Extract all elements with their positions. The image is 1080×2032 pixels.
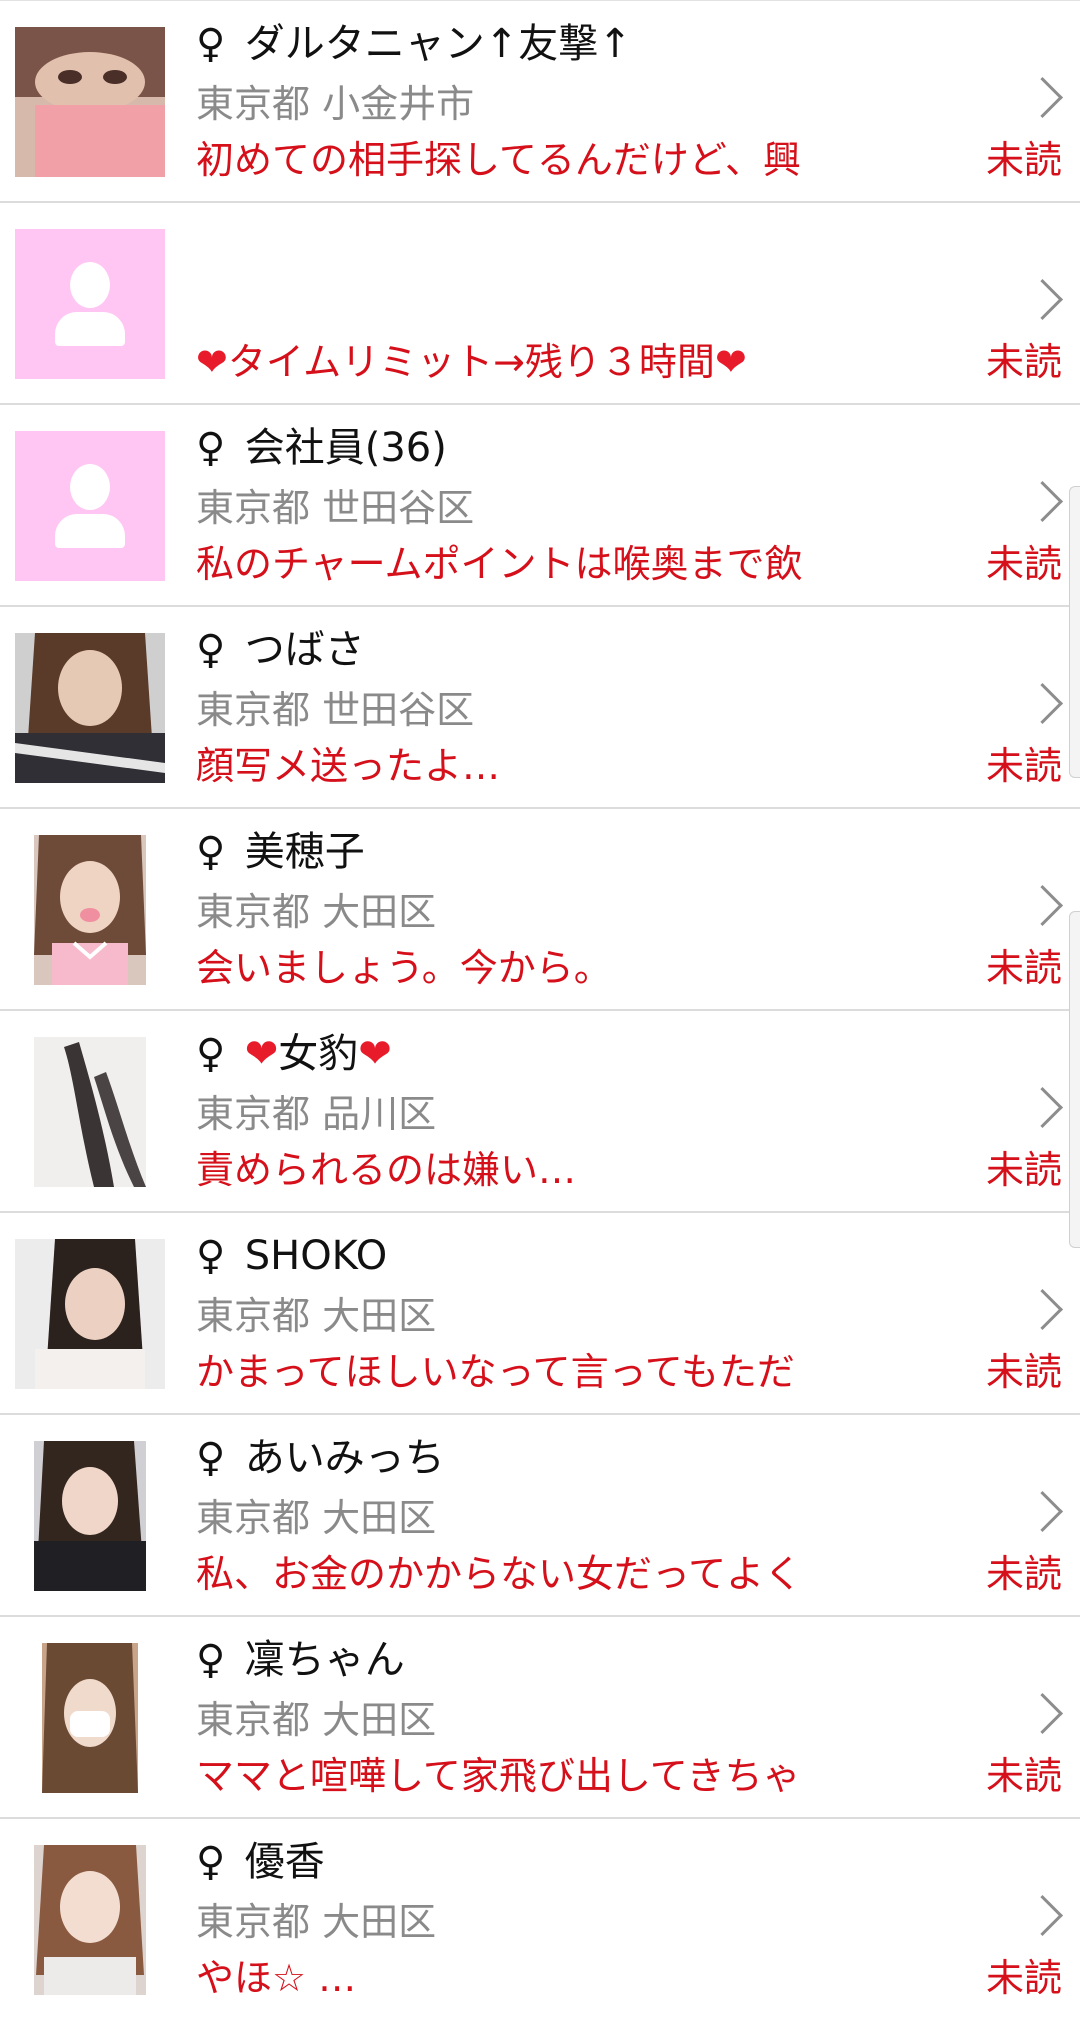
user-silhouette-icon [15, 431, 165, 581]
message-row[interactable]: ♀ あいみっち 東京都 大田区 私、お金のかからない女だってよく 未読 [0, 1415, 1080, 1617]
message-row[interactable]: ♀ ❤女豹❤ 東京都 品川区 責められるのは嫌い… 未読 [0, 1011, 1080, 1213]
message-preview: 会いましょう。今から。 [196, 946, 612, 990]
user-location: 東京都 世田谷区 [196, 688, 475, 732]
user-name: ♀ 美穂子 [196, 827, 365, 877]
message-preview: 顔写メ送ったよ… [196, 744, 501, 788]
heart-icon: ❤ [714, 340, 747, 384]
user-name: ♀ SHOKO [196, 1231, 387, 1281]
message-row[interactable]: ♀ つばさ 東京都 世田谷区 顔写メ送ったよ… 未読 [0, 607, 1080, 809]
female-symbol: ♀ [196, 627, 226, 673]
avatar [34, 1037, 146, 1187]
user-silhouette-icon [15, 229, 165, 379]
user-name-text: つばさ [244, 627, 365, 673]
user-location: 東京都 大田区 [196, 1294, 437, 1338]
user-location: 東京都 品川区 [196, 1092, 437, 1136]
scrollbar[interactable] [1069, 486, 1080, 778]
user-location: 東京都 大田区 [196, 1698, 437, 1742]
user-name-text: 凜ちゃん [244, 1637, 405, 1683]
user-location: 東京都 大田区 [196, 1496, 437, 1540]
avatar [15, 1239, 165, 1389]
unread-status: 未読 [986, 542, 1063, 586]
female-symbol: ♀ [196, 1233, 226, 1279]
message-row[interactable]: ♀ 優香 東京都 大田区 やほ☆ … 未読 [0, 1819, 1080, 2021]
message-preview: 初めての相手探してるんだけど、興 [196, 138, 801, 182]
message-row[interactable]: ❤タイムリミット→残り３時間❤ 未読 [0, 203, 1080, 405]
user-name: ♀ 会社員(36) [196, 423, 447, 473]
chevron-right-icon [1021, 1894, 1064, 1937]
avatar [34, 1441, 146, 1591]
user-name: ♀ ダルタニャン↑友撃↑ [196, 19, 632, 69]
avatar [15, 27, 165, 177]
message-row[interactable]: ♀ 会社員(36) 東京都 世田谷区 私のチャームポイントは喉奥まで飲 未読 [0, 405, 1080, 607]
message-preview: かまってほしいなって言ってもただ [196, 1350, 795, 1394]
avatar [34, 1845, 146, 1995]
unread-status: 未読 [986, 1956, 1063, 2000]
message-preview: 私、お金のかからない女だってよく [196, 1552, 803, 1596]
chevron-right-icon [1021, 1086, 1064, 1129]
message-preview: 責められるのは嫌い… [196, 1148, 577, 1192]
female-symbol: ♀ [196, 1839, 226, 1885]
message-row[interactable]: ♀ 凜ちゃん 東京都 大田区 ママと喧嘩して家飛び出してきちゃ 未読 [0, 1617, 1080, 1819]
avatar [15, 633, 165, 783]
chevron-right-icon [1021, 1692, 1064, 1735]
user-name-text: 女豹 [278, 1031, 359, 1077]
user-name-text: 会社員(36) [244, 425, 447, 471]
chevron-right-icon [1021, 278, 1064, 321]
user-name: ♀ 凜ちゃん [196, 1635, 405, 1685]
user-location: 東京都 小金井市 [196, 82, 475, 126]
chevron-right-icon [1021, 480, 1064, 523]
chevron-right-icon [1021, 884, 1064, 927]
message-row[interactable]: ♀ 美穂子 東京都 大田区 会いましょう。今から。 未読 [0, 809, 1080, 1011]
unread-status: 未読 [986, 946, 1063, 990]
heart-icon: ❤ [196, 340, 228, 384]
message-list: ♀ ダルタニャン↑友撃↑ 東京都 小金井市 初めての相手探してるんだけど、興 未… [0, 0, 1080, 2032]
female-symbol: ♀ [196, 1435, 226, 1481]
message-preview: ママと喧嘩して家飛び出してきちゃ [196, 1754, 801, 1798]
avatar [42, 1643, 138, 1793]
female-symbol: ♀ [196, 21, 226, 67]
chevron-right-icon [1021, 1490, 1064, 1533]
message-preview-text: タイムリミット→残り３時間 [227, 340, 715, 384]
message-preview: ❤タイムリミット→残り３時間❤ [196, 337, 747, 387]
message-preview: 私のチャームポイントは喉奥まで飲 [196, 542, 803, 586]
unread-status: 未読 [986, 1148, 1063, 1192]
message-row[interactable]: ♀ SHOKO 東京都 大田区 かまってほしいなって言ってもただ 未読 [0, 1213, 1080, 1415]
female-symbol: ♀ [196, 1031, 226, 1077]
heart-icon: ❤ [358, 1031, 392, 1077]
user-location: 東京都 大田区 [196, 890, 437, 934]
chevron-right-icon [1021, 76, 1064, 119]
heart-icon: ❤ [244, 1031, 279, 1077]
unread-status: 未読 [986, 1552, 1063, 1596]
avatar [15, 431, 165, 581]
unread-status: 未読 [986, 1350, 1063, 1394]
user-name-text: 美穂子 [244, 829, 365, 875]
unread-status: 未読 [986, 744, 1063, 788]
female-symbol: ♀ [196, 1637, 226, 1683]
user-name: ♀ つばさ [196, 625, 365, 675]
user-location: 東京都 大田区 [196, 1900, 437, 1944]
unread-status: 未読 [986, 138, 1063, 182]
scrollbar[interactable] [1069, 911, 1080, 1248]
user-name: ♀ ❤女豹❤ [196, 1029, 392, 1079]
user-location: 東京都 世田谷区 [196, 486, 475, 530]
avatar [34, 835, 146, 985]
user-name: ♀ 優香 [196, 1837, 325, 1887]
user-name-text: あいみっち [244, 1435, 445, 1481]
avatar [15, 229, 165, 379]
message-row[interactable]: ♀ ダルタニャン↑友撃↑ 東京都 小金井市 初めての相手探してるんだけど、興 未… [0, 1, 1080, 203]
user-name-text: SHOKO [244, 1233, 388, 1279]
user-name: ♀ あいみっち [196, 1433, 445, 1483]
unread-status: 未読 [986, 340, 1063, 384]
chevron-right-icon [1021, 682, 1064, 725]
female-symbol: ♀ [196, 829, 226, 875]
unread-status: 未読 [986, 1754, 1063, 1798]
user-name-text: ダルタニャン↑友撃↑ [244, 21, 632, 67]
chevron-right-icon [1021, 1288, 1064, 1331]
message-preview: やほ☆ … [196, 1956, 357, 2000]
user-name-text: 優香 [244, 1839, 325, 1885]
female-symbol: ♀ [196, 425, 226, 471]
